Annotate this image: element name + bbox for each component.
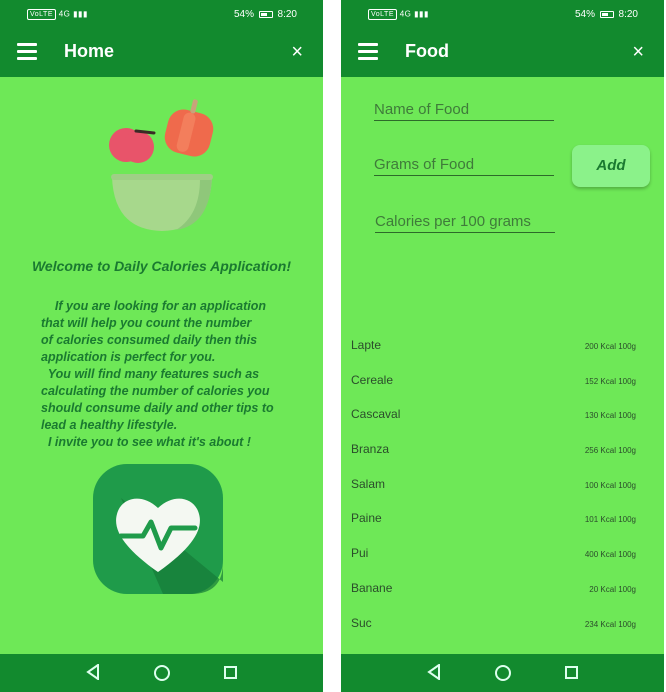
welcome-heading: Welcome to Daily Calories Application! [31, 258, 292, 274]
food-kcal: 200 Kcal 100g [584, 342, 636, 351]
volte-badge: VoLTE [27, 9, 56, 20]
menu-icon[interactable] [358, 43, 378, 61]
food-screen: VoLTE 4G ▮▮▮ 54% 8:20 Food × Name of Foo… [341, 0, 664, 692]
home-icon[interactable] [495, 665, 511, 681]
menu-icon[interactable] [17, 43, 37, 61]
back-icon[interactable] [427, 664, 441, 680]
signal-indicator: VoLTE 4G ▮▮▮ [27, 9, 88, 20]
volte-badge: VoLTE [368, 9, 397, 20]
food-kcal: 234 Kcal 100g [584, 619, 636, 629]
add-button[interactable]: Add [572, 145, 650, 187]
calories-per-100g-input[interactable]: Calories per 100 grams [375, 213, 555, 233]
list-item[interactable]: Pui 400 Kcal 100g [351, 546, 636, 581]
system-nav-bar [341, 654, 664, 692]
back-icon[interactable] [86, 664, 100, 680]
food-name: Banane [351, 580, 393, 595]
page-title: Food [405, 41, 449, 61]
status-right: 54% 8:20 [234, 9, 297, 20]
list-item[interactable]: Salam 100 Kcal 100g [351, 477, 636, 512]
paragraph-line: If you are looking for an application [41, 299, 267, 313]
list-item[interactable]: Suc 234 Kcal 100g [351, 616, 636, 651]
list-item[interactable]: Cascaval 130 Kcal 100g [351, 407, 636, 442]
clock: 8:20 [618, 9, 638, 20]
clock: 8:20 [277, 9, 297, 20]
food-kcal: 400 Kcal 100g [584, 550, 636, 560]
app-bar: Food × [341, 30, 664, 77]
battery-icon [599, 10, 614, 18]
list-item[interactable]: Banane 20 Kcal 100g [351, 581, 636, 616]
paragraph-line: You will find many features such as [41, 367, 260, 381]
status-right: 54% 8:20 [575, 9, 638, 20]
food-name: Paine [351, 511, 382, 526]
list-item[interactable]: Branza 256 Kcal 100g [351, 442, 636, 477]
list-item[interactable]: Paine 101 Kcal 100g [351, 511, 636, 546]
status-bar: VoLTE 4G ▮▮▮ 54% 8:20 [341, 0, 664, 30]
food-grams-input[interactable]: Grams of Food [374, 156, 554, 176]
network-type: 4G [58, 9, 71, 19]
food-kcal: 152 Kcal 100g [584, 376, 636, 386]
food-name: Branza [351, 442, 390, 457]
battery-percent: 54% [233, 9, 254, 20]
food-list: Lapte 200 Kcal 100g Cereale 152 Kcal 100g … [351, 338, 636, 650]
paragraph-line: should consume daily and other tips to [41, 401, 274, 415]
home-icon[interactable] [154, 665, 170, 681]
home-screen: VoLTE 4G ▮▮▮ 54% 8:20 Home × Welcome to … [0, 0, 323, 692]
apple-pepper-bowl-illustration [109, 99, 214, 231]
food-name: Pui [351, 546, 369, 561]
close-icon[interactable]: × [291, 40, 303, 64]
food-kcal: 101 Kcal 100g [584, 515, 636, 525]
paragraph-line: of calories consumed daily then this [41, 333, 258, 347]
food-kcal: 256 Kcal 100g [584, 446, 636, 456]
battery-percent: 54% [574, 9, 595, 20]
paragraph-line: I invite you to see what it's about ! [41, 435, 251, 449]
list-item[interactable]: Cereale 152 Kcal 100g [351, 373, 636, 408]
network-type: 4G [399, 9, 412, 19]
food-name-input[interactable]: Name of Food [374, 101, 554, 121]
food-name: Cascaval [351, 407, 401, 422]
food-kcal: 100 Kcal 100g [584, 480, 636, 490]
page-title: Home [64, 41, 115, 61]
list-item[interactable]: Lapte 200 Kcal 100g [351, 338, 636, 373]
food-kcal: 130 Kcal 100g [584, 411, 636, 421]
food-name: Suc [351, 615, 372, 630]
battery-icon [258, 10, 273, 18]
close-icon[interactable]: × [632, 40, 644, 64]
food-name: Salam [351, 476, 386, 491]
status-bar: VoLTE 4G ▮▮▮ 54% 8:20 [0, 0, 323, 30]
intro-paragraph: If you are looking for an application th… [41, 298, 301, 451]
heart-pulse-logo [93, 464, 223, 594]
paragraph-line: application is perfect for you. [41, 350, 216, 364]
paragraph-line: lead a healthy lifestyle. [41, 418, 178, 432]
paragraph-line: that will help you count the number [41, 316, 252, 330]
recents-icon[interactable] [224, 666, 237, 679]
signal-bars-icon: ▮▮▮ [73, 9, 88, 19]
food-name: Cereale [351, 372, 394, 387]
signal-indicator: VoLTE 4G ▮▮▮ [368, 9, 429, 20]
paragraph-line: calculating the number of calories you [41, 384, 270, 398]
app-bar: Home × [0, 30, 323, 77]
food-kcal: 20 Kcal 100g [589, 584, 636, 594]
system-nav-bar [0, 654, 323, 692]
food-name: Lapte [351, 338, 382, 352]
signal-bars-icon: ▮▮▮ [414, 9, 429, 19]
recents-icon[interactable] [565, 666, 578, 679]
